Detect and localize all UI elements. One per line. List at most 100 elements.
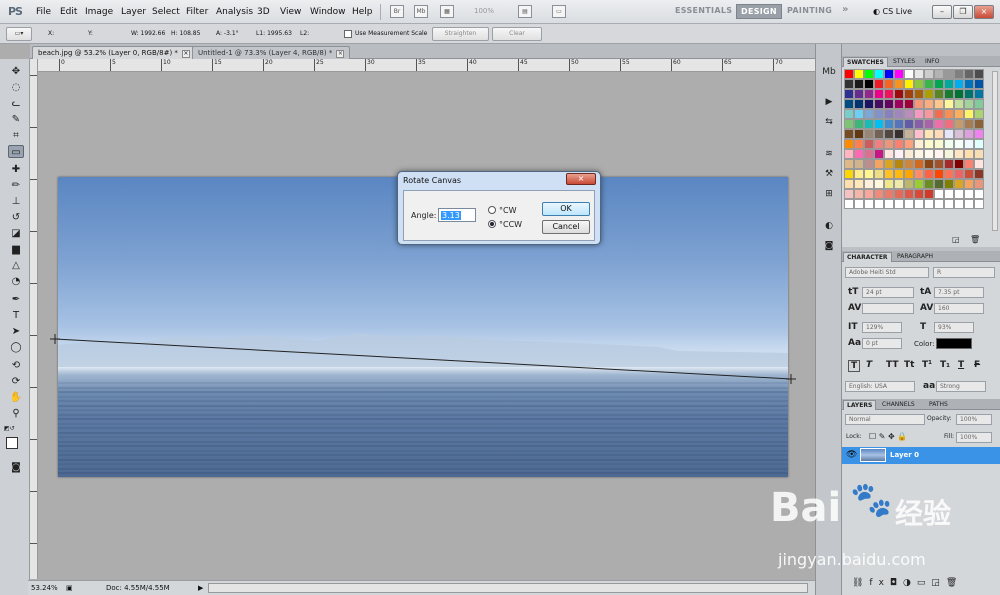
history-brush-icon[interactable]: ↺ — [9, 211, 23, 224]
swatch[interactable] — [854, 79, 864, 89]
swatch[interactable] — [854, 129, 864, 139]
swatch[interactable] — [854, 119, 864, 129]
swatch[interactable] — [844, 129, 854, 139]
swatch[interactable] — [934, 179, 944, 189]
swatch[interactable] — [844, 119, 854, 129]
delete-swatch-icon[interactable]: 🗑 — [970, 235, 980, 244]
tab-channels[interactable]: CHANNELS — [879, 400, 918, 409]
swatch[interactable] — [924, 139, 934, 149]
swatch[interactable] — [944, 129, 954, 139]
view-extras-icon[interactable]: ▦ — [440, 5, 454, 18]
swatch[interactable] — [864, 69, 874, 79]
menu-analysis[interactable]: Analysis — [216, 7, 253, 17]
swatch[interactable] — [934, 149, 944, 159]
menu-edit[interactable]: Edit — [60, 7, 77, 17]
cancel-button[interactable]: Cancel — [542, 220, 590, 234]
swatch[interactable] — [844, 179, 854, 189]
dodge-tool-icon[interactable]: ◔ — [9, 275, 23, 288]
mini-bridge-icon[interactable]: Mb — [414, 5, 428, 18]
swatch[interactable] — [934, 69, 944, 79]
swatch[interactable] — [944, 149, 954, 159]
quick-select-tool-icon[interactable]: ✎ — [9, 113, 23, 126]
swatch[interactable] — [964, 169, 974, 179]
menu-window[interactable]: Window — [310, 7, 346, 17]
swatch[interactable] — [924, 79, 934, 89]
swatch[interactable] — [944, 179, 954, 189]
swatch[interactable] — [904, 99, 914, 109]
swatch[interactable] — [924, 189, 934, 199]
swatch[interactable] — [914, 69, 924, 79]
swatch[interactable] — [864, 179, 874, 189]
swatch[interactable] — [924, 129, 934, 139]
swatch[interactable] — [944, 199, 954, 209]
swatch[interactable] — [874, 179, 884, 189]
swatch[interactable] — [874, 79, 884, 89]
animation-panel-icon[interactable]: ▶ — [822, 96, 836, 108]
swatch[interactable] — [844, 99, 854, 109]
swatch[interactable] — [944, 119, 954, 129]
layer-row[interactable]: 👁 Layer 0 — [842, 447, 1000, 464]
swatch[interactable] — [924, 149, 934, 159]
swatch[interactable] — [864, 189, 874, 199]
swatch[interactable] — [974, 199, 984, 209]
swatch[interactable] — [844, 159, 854, 169]
swatch[interactable] — [964, 79, 974, 89]
swatch[interactable] — [904, 129, 914, 139]
swatch[interactable] — [904, 79, 914, 89]
menu-image[interactable]: Image — [85, 7, 113, 17]
swatch[interactable] — [874, 109, 884, 119]
swatch[interactable] — [954, 99, 964, 109]
swatch[interactable] — [874, 149, 884, 159]
swatch-scrollbar[interactable] — [992, 71, 998, 231]
swatch[interactable] — [874, 199, 884, 209]
dialog-close-button[interactable]: × — [566, 173, 596, 185]
swatch[interactable] — [854, 149, 864, 159]
swatch[interactable] — [864, 119, 874, 129]
swatch[interactable] — [854, 169, 864, 179]
menu-filter[interactable]: Filter — [186, 7, 208, 17]
swatch[interactable] — [914, 159, 924, 169]
tab-layers[interactable]: LAYERS — [843, 400, 877, 410]
swatch[interactable] — [974, 99, 984, 109]
swatch[interactable] — [914, 129, 924, 139]
move-tool-icon[interactable]: ✥ — [9, 65, 23, 78]
close-tab-icon[interactable]: × — [336, 50, 345, 58]
swatch[interactable] — [904, 189, 914, 199]
quick-mask-icon[interactable]: ◙ — [9, 461, 23, 474]
swatch[interactable] — [894, 149, 904, 159]
swatch[interactable] — [884, 199, 894, 209]
swatch[interactable] — [964, 159, 974, 169]
strikethrough-button[interactable]: F — [974, 360, 980, 370]
swatch[interactable] — [954, 189, 964, 199]
swatch[interactable] — [934, 169, 944, 179]
swatch[interactable] — [974, 159, 984, 169]
tab-beach[interactable]: beach.jpg @ 53.2% (Layer 0, RGB/8#) * × — [32, 46, 196, 59]
swatch[interactable] — [904, 119, 914, 129]
swatch[interactable] — [974, 109, 984, 119]
tool-presets-icon[interactable]: ⊞ — [822, 188, 836, 200]
swatch[interactable] — [844, 139, 854, 149]
swatch[interactable] — [874, 89, 884, 99]
swatch[interactable] — [884, 129, 894, 139]
swatch[interactable] — [904, 169, 914, 179]
screen-mode-icon[interactable]: ▭ — [552, 5, 566, 18]
swatch[interactable] — [904, 109, 914, 119]
swatch[interactable] — [934, 129, 944, 139]
swatch[interactable] — [954, 89, 964, 99]
swatch[interactable] — [914, 89, 924, 99]
swatch[interactable] — [964, 99, 974, 109]
close-tab-icon[interactable]: × — [181, 50, 190, 58]
zoom-tool-icon[interactable]: ⚲ — [9, 407, 23, 420]
swatch[interactable] — [874, 119, 884, 129]
small-caps-button[interactable]: Tt — [904, 360, 914, 370]
history-panel-icon[interactable]: ⇆ — [822, 116, 836, 128]
adjustments-panel-icon[interactable]: ◐ — [822, 220, 836, 232]
swatch[interactable] — [914, 179, 924, 189]
swatch[interactable] — [974, 179, 984, 189]
ok-button[interactable]: OK — [542, 202, 590, 216]
swatch[interactable] — [914, 189, 924, 199]
ruler-tool-preset-icon[interactable]: ▭▾ — [6, 27, 32, 41]
swatch[interactable] — [894, 109, 904, 119]
swatch[interactable] — [844, 169, 854, 179]
swatch[interactable] — [864, 89, 874, 99]
